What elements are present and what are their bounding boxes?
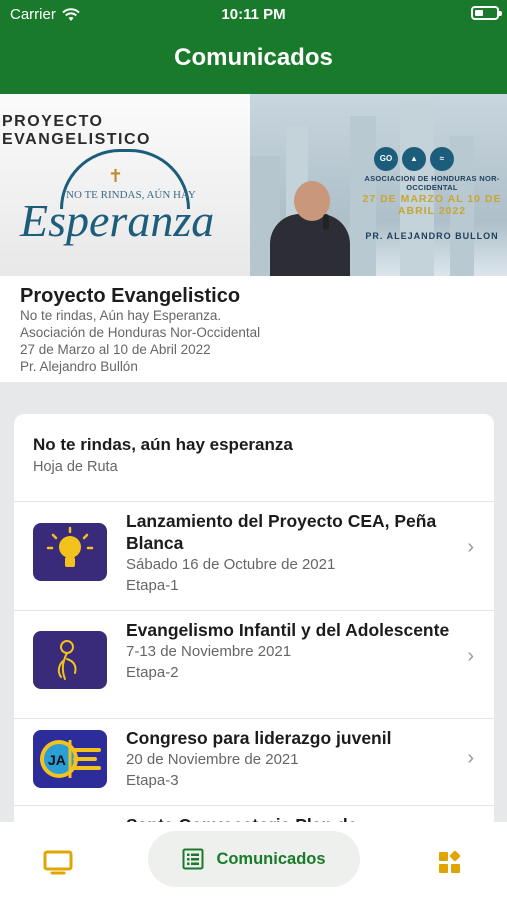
- mission-logo-icon: ≈: [430, 147, 454, 171]
- cross-icon: ✝: [108, 166, 124, 186]
- list-item-title: Congreso para liderazgo juvenil: [126, 728, 392, 748]
- list-item-stage: Etapa-3: [126, 772, 179, 789]
- tab-comunicados-label: Comunicados: [216, 849, 326, 868]
- list-item-text: Congreso para liderazgo juvenil 20 de No…: [126, 719, 456, 791]
- ja-logo-icon: JA: [33, 730, 107, 788]
- banner-left-panel: PROYECTO EVANGELISTICO ✝ NO TE RINDAS, A…: [0, 94, 250, 276]
- banner-heading: PROYECTO EVANGELISTICO: [2, 113, 151, 148]
- list-item[interactable]: Lanzamiento del Proyecto CEA, Peña Blanc…: [14, 502, 494, 611]
- banner-right-panel: GO ▲ ≈ ASOCIACION DE HONDURAS NOR-OCCIDE…: [250, 94, 507, 276]
- banner-association: ASOCIACION DE HONDURAS NOR-OCCIDENTAL: [364, 174, 500, 192]
- tv-icon: [43, 850, 73, 875]
- project-dates: 27 de Marzo al 10 de Abril 2022: [20, 342, 211, 357]
- banner-date: 27 DE MARZO AL 10 DE ABRIL 2022: [362, 193, 502, 217]
- adventist-logo-icon: ▲: [402, 147, 426, 171]
- project-speaker: Pr. Alejandro Bullón: [20, 359, 138, 374]
- svg-text:JA: JA: [48, 752, 66, 768]
- status-time: 10:11 PM: [221, 6, 286, 23]
- roadmap-subtitle: Hoja de Ruta: [33, 459, 118, 475]
- list-icon: [182, 848, 204, 870]
- list-item-title: Lanzamiento del Proyecto CEA, Peña Blanc…: [126, 511, 437, 553]
- promo-banner[interactable]: PROYECTO EVANGELISTICO ✝ NO TE RINDAS, A…: [0, 94, 507, 276]
- list-item-text: Evangelismo Infantil y del Adolescente 7…: [126, 611, 456, 683]
- chevron-right-icon: ›: [467, 747, 474, 769]
- tab-bar: Comunicados: [0, 822, 507, 900]
- list-item[interactable]: JA Congreso para liderazgo juvenil 20 de…: [14, 719, 494, 806]
- project-title: Proyecto Evangelistico: [20, 285, 241, 307]
- lightbulb-icon: [33, 523, 107, 581]
- banner-logos: GO ▲ ≈: [374, 147, 454, 171]
- list-item-stage: Etapa-2: [126, 664, 179, 681]
- list-item[interactable]: Evangelismo Infantil y del Adolescente 7…: [14, 611, 494, 719]
- battery-icon: [471, 6, 502, 20]
- banner-speaker: PR. ALEJANDRO BULLON: [365, 231, 499, 241]
- microphone-icon: [323, 214, 329, 230]
- go-logo-icon: GO: [374, 147, 398, 171]
- list-item-stage: Etapa-1: [126, 577, 179, 594]
- chevron-right-icon: ›: [467, 645, 474, 667]
- project-association: Asociación de Honduras Nor-Occidental: [20, 325, 261, 340]
- tab-comunicados[interactable]: Comunicados: [148, 831, 360, 887]
- roadmap-header: No te rindas, aún hay esperanza Hoja de …: [14, 414, 494, 502]
- widgets-icon: [439, 850, 461, 873]
- page-title: Comunicados: [174, 44, 333, 71]
- project-subtitle: No te rindas, Aún hay Esperanza.: [20, 308, 222, 323]
- chevron-right-icon: ›: [467, 536, 474, 558]
- list-item-date: Sábado 16 de Octubre de 2021: [126, 556, 336, 573]
- app-header: Carrier 10:11 PM Comunicados: [0, 0, 507, 94]
- speaker-photo: [270, 214, 350, 276]
- tab-widgets[interactable]: [437, 849, 463, 875]
- child-drawing-icon: [33, 631, 107, 689]
- project-info: Proyecto Evangelistico No te rindas, Aún…: [0, 276, 507, 382]
- list-item-text: Lanzamiento del Proyecto CEA, Peña Blanc…: [126, 502, 456, 596]
- roadmap-title: No te rindas, aún hay esperanza: [33, 435, 293, 454]
- list-item-title: Evangelismo Infantil y del Adolescente: [126, 620, 450, 640]
- roadmap-card: No te rindas, aún hay esperanza Hoja de …: [14, 414, 494, 834]
- tab-tv[interactable]: [40, 846, 76, 876]
- status-bar: Carrier 10:11 PM: [0, 0, 507, 30]
- banner-esperanza-word: Esperanza: [20, 195, 215, 246]
- list-item-date: 20 de Noviembre de 2021: [126, 751, 299, 768]
- list-item-date: 7-13 de Noviembre 2021: [126, 643, 292, 660]
